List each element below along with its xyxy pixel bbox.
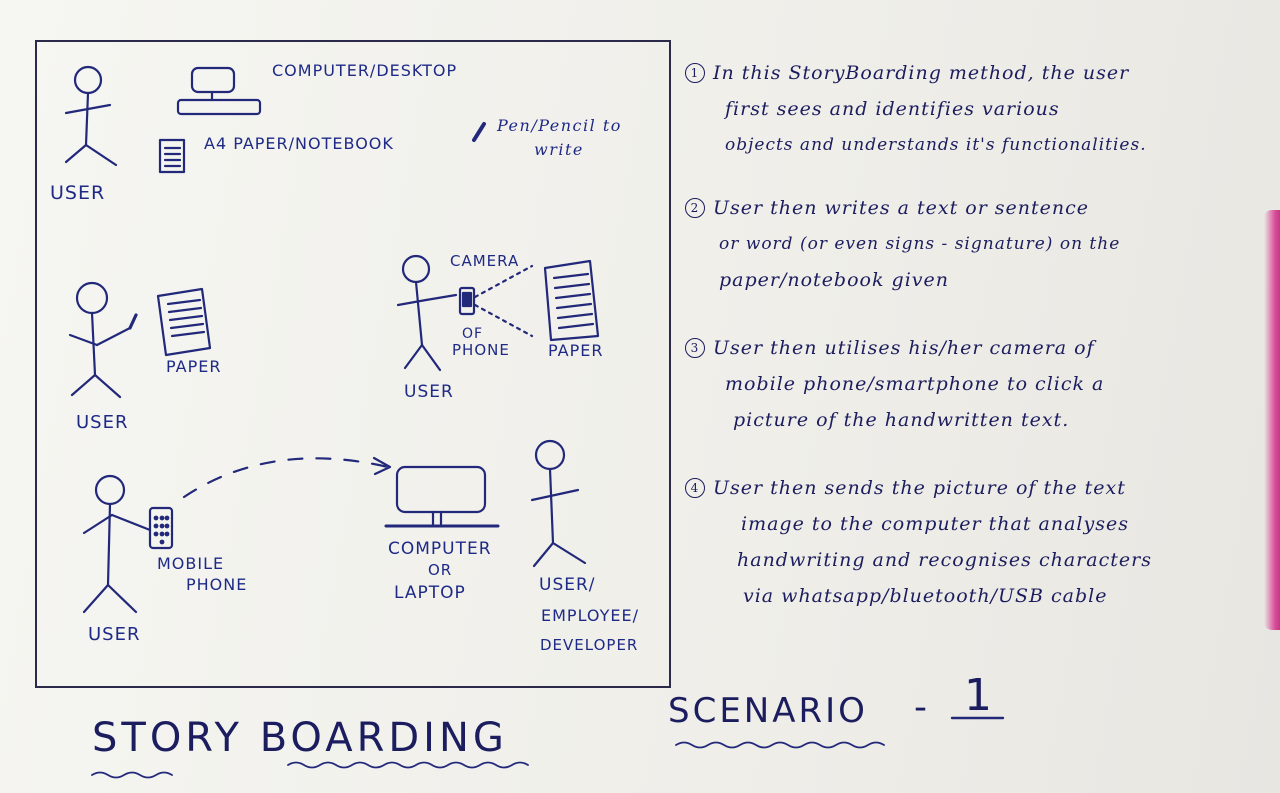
note-1-number: 1 xyxy=(685,63,705,83)
stick-figure-developer xyxy=(530,439,587,568)
note-3-line3: picture of the handwritten text. xyxy=(733,409,1070,431)
note-4-number: 4 xyxy=(685,478,705,498)
storyboarding-title: STORY BOARDING xyxy=(92,715,508,761)
label-dev-line2: EMPLOYEE/ xyxy=(541,606,640,625)
transfer-arrow xyxy=(182,456,392,499)
note-4-line4: via whatsapp/bluetooth/USB cable xyxy=(743,585,1108,607)
note-4: 4 User then sends the picture of the text… xyxy=(685,470,1270,614)
label-computer-desktop: COMPUTER/DESKTOP xyxy=(272,61,458,80)
label-mobile-line2: PHONE xyxy=(186,575,248,594)
note-1-line2: first sees and identifies various xyxy=(725,98,1060,120)
stick-figure-user-writing xyxy=(68,281,138,399)
note-3: 3 User then utilises his/her camera of mo… xyxy=(685,330,1270,438)
label-computer-line3: LAPTOP xyxy=(394,583,466,603)
note-4-line2: image to the computer that analyses xyxy=(741,513,1129,535)
scenario-label: SCENARIO xyxy=(668,691,868,731)
label-a4-paper: A4 PAPER/NOTEBOOK xyxy=(204,134,394,153)
scenario-number: 1 xyxy=(964,670,995,721)
notebook-icon xyxy=(158,138,186,174)
note-2-line3: paper/notebook given xyxy=(719,269,949,291)
label-user-writing: USER xyxy=(76,412,129,433)
camera-capture-lines xyxy=(473,264,534,338)
label-dev-line1: USER/ xyxy=(539,575,596,595)
stick-figure-user-top xyxy=(64,65,118,167)
note-1: 1 In this StoryBoarding method, the user … xyxy=(685,55,1270,163)
note-4-line1: User then sends the picture of the text xyxy=(713,477,1126,499)
label-camera: CAMERA xyxy=(450,252,520,270)
label-phone: PHONE xyxy=(452,341,510,359)
label-user-camera: USER xyxy=(404,382,454,402)
note-2: 2 User then writes a text or sentence or … xyxy=(685,190,1270,298)
label-pen-line1: Pen/Pencil to xyxy=(497,116,622,135)
scenario-dash: - xyxy=(914,687,930,728)
paper-sheet-icon xyxy=(156,287,212,357)
note-4-line3: handwriting and recognises characters xyxy=(737,549,1152,571)
label-paper-mid: PAPER xyxy=(166,357,222,376)
label-computer-line1: COMPUTER xyxy=(388,539,492,559)
label-computer-line2: OR xyxy=(428,561,453,579)
label-user-top: USER xyxy=(50,182,106,204)
desktop-computer-icon xyxy=(176,66,262,116)
mobile-phone-icon xyxy=(148,506,174,550)
note-3-number: 3 xyxy=(685,338,705,358)
note-2-number: 2 xyxy=(685,198,705,218)
label-dev-line3: DEVELOPER xyxy=(540,636,639,654)
note-2-line1: User then writes a text or sentence xyxy=(713,197,1090,219)
stick-figure-user-sending xyxy=(82,474,152,614)
pen-icon xyxy=(472,122,486,142)
note-2-line2: or word (or even signs - signature) on t… xyxy=(719,234,1121,254)
label-mobile-line1: MOBILE xyxy=(157,554,225,573)
label-paper-right: PAPER xyxy=(548,341,604,360)
label-pen-line2: write xyxy=(534,140,584,159)
note-3-line2: mobile phone/smartphone to click a xyxy=(725,373,1105,395)
note-1-line1: In this StoryBoarding method, the user xyxy=(713,62,1130,84)
stick-figure-user-camera xyxy=(396,254,458,372)
smartphone-icon xyxy=(458,286,476,316)
note-3-line1: User then utilises his/her camera of xyxy=(713,337,1095,359)
laptop-computer-icon xyxy=(384,465,500,528)
label-user-bottom: USER xyxy=(88,624,141,645)
captured-paper-icon xyxy=(543,259,600,342)
note-1-line3: objects and understands it's functionali… xyxy=(725,135,1147,155)
label-of: OF xyxy=(462,326,484,342)
